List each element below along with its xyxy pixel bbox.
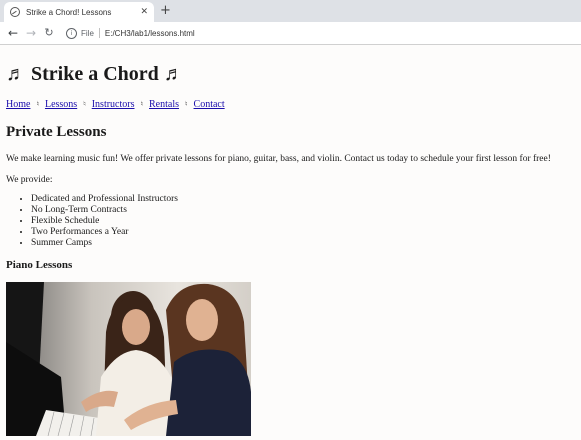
piano-lesson-photo: [6, 282, 251, 436]
list-item: No Long-Term Contracts: [31, 205, 578, 216]
page-title: ♬ Strike a Chord ♬: [6, 63, 184, 85]
section-heading: Private Lessons: [6, 124, 107, 140]
tab-close-icon[interactable]: ✕: [140, 7, 148, 17]
list-item: Flexible Schedule: [31, 216, 578, 227]
new-tab-button[interactable]: +: [160, 3, 171, 19]
globe-icon: [10, 7, 20, 17]
tab-title: Strike a Chord! Lessons: [26, 7, 112, 17]
info-icon[interactable]: i: [66, 27, 77, 39]
list-item: Two Performances a Year: [31, 227, 578, 238]
reload-icon[interactable]: ↻: [40, 22, 58, 44]
features-list: Dedicated and Professional Instructors N…: [6, 194, 578, 249]
nav-separator: ♮: [83, 100, 86, 108]
site-nav: Home ♮ Lessons ♮ Instructors ♮ Rentals ♮ Contact: [6, 98, 578, 111]
nav-link-contact[interactable]: Contact: [194, 99, 225, 110]
nav-separator: ♮: [140, 100, 144, 108]
address-bar[interactable]: i File E:/CH3/lab1/lessons.html: [66, 27, 195, 39]
nav-separator: ♮: [185, 100, 188, 108]
browser-tab[interactable]: Strike a Chord! Lessons ✕: [4, 2, 154, 22]
provide-label: We provide:: [6, 175, 53, 185]
page-content: ♬ Strike a Chord ♬ Home ♮ Lessons ♮ Instruct…: [6, 44, 578, 436]
browser-tab-strip: Strike a Chord! Lessons ✕ +: [0, 0, 581, 22]
piano-lessons-heading: Piano Lessons: [6, 259, 73, 271]
browser-toolbar: ← → ↻ i File E:/CH3/lab1/lessons.html: [0, 22, 581, 45]
nav-link-home[interactable]: Home: [6, 99, 30, 110]
forward-arrow-icon[interactable]: →: [22, 22, 40, 44]
intro-paragraph: We make learning music fun! We offer pri…: [6, 154, 551, 164]
address-divider: [98, 28, 100, 38]
list-item: Summer Camps: [31, 238, 578, 249]
nav-link-rentals[interactable]: Rentals: [149, 99, 179, 110]
nav-separator: ♮: [36, 100, 39, 108]
nav-link-lessons[interactable]: Lessons: [45, 99, 77, 110]
back-arrow-icon[interactable]: ←: [4, 22, 22, 44]
nav-link-instructors[interactable]: Instructors: [92, 99, 135, 110]
address-scheme-label: File: [81, 28, 94, 38]
address-url[interactable]: E:/CH3/lab1/lessons.html: [105, 29, 195, 38]
list-item: Dedicated and Professional Instructors: [31, 194, 578, 205]
